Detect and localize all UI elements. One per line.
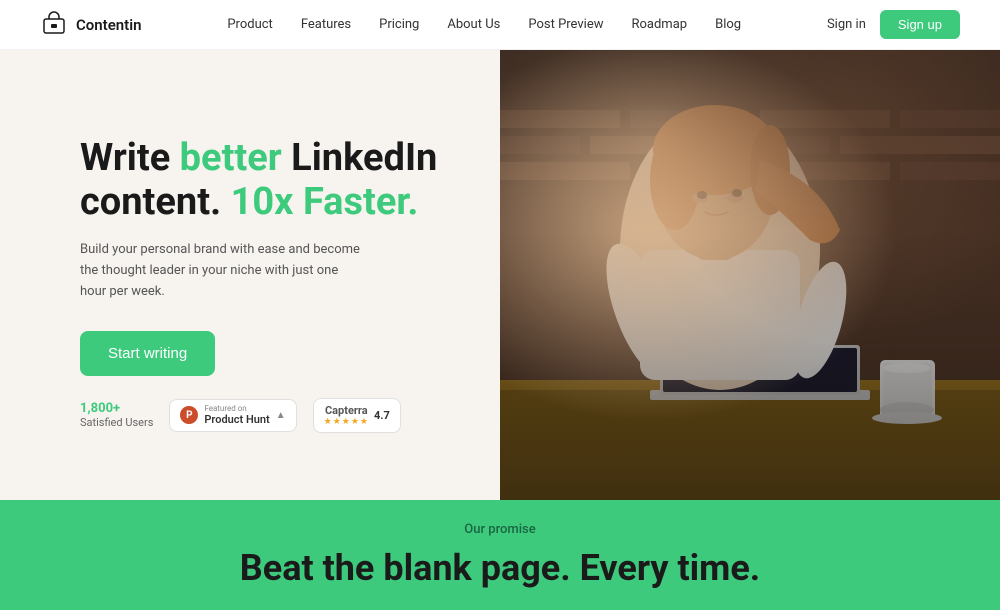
ph-text-block: Featured on Product Hunt — [204, 405, 269, 426]
ph-arrow-icon: ▲ — [276, 410, 286, 421]
users-label: Satisfied Users — [80, 416, 153, 429]
hero-section: Write better LinkedIn content. 10x Faste… — [0, 50, 1000, 500]
start-writing-button[interactable]: Start writing — [80, 331, 215, 376]
capterra-stars-icon: ★★★★★ — [324, 417, 369, 427]
nav-pricing[interactable]: Pricing — [379, 17, 419, 32]
hero-content: Write better LinkedIn content. 10x Faste… — [0, 50, 500, 500]
nav-links: Product Features Pricing About Us Post P… — [227, 17, 741, 32]
nav-features[interactable]: Features — [301, 17, 351, 32]
capterra-badge[interactable]: Capterra ★★★★★ 4.7 — [313, 398, 401, 433]
navbar: Contentin Product Features Pricing About… — [0, 0, 1000, 50]
promise-section: Our promise Beat the blank page. Every t… — [0, 500, 1000, 610]
social-proof: 1,800+ Satisfied Users P Featured on Pro… — [80, 398, 460, 433]
nav-about[interactable]: About Us — [447, 17, 500, 32]
promise-label: Our promise — [464, 522, 535, 537]
hero-illustration — [500, 50, 1000, 500]
nav-roadmap[interactable]: Roadmap — [631, 17, 687, 32]
ph-label: Featured on — [204, 405, 269, 413]
capterra-rating: 4.7 — [374, 409, 390, 422]
hero-subtitle: Build your personal brand with ease and … — [80, 240, 360, 302]
promise-headline: Beat the blank page. Every time. — [240, 547, 760, 589]
logo[interactable]: Contentin — [40, 11, 141, 39]
nav-post-preview[interactable]: Post Preview — [528, 17, 603, 32]
nav-product[interactable]: Product — [227, 17, 272, 32]
logo-icon — [40, 11, 68, 39]
headline-green1: better — [180, 136, 282, 180]
users-count-block: 1,800+ Satisfied Users — [80, 401, 153, 429]
capterra-label: Capterra — [325, 404, 368, 417]
signin-link[interactable]: Sign in — [827, 17, 866, 32]
nav-actions: Sign in Sign up — [827, 10, 960, 39]
users-count: 1,800+ — [80, 401, 153, 416]
logo-text: Contentin — [76, 16, 141, 34]
nav-blog[interactable]: Blog — [715, 17, 741, 32]
hero-image — [500, 50, 1000, 500]
headline-prefix: Write — [80, 136, 180, 180]
ph-name: Product Hunt — [204, 413, 269, 426]
headline-green2: 10x Faster. — [231, 180, 419, 224]
product-hunt-badge[interactable]: P Featured on Product Hunt ▲ — [169, 399, 296, 432]
hero-photo-bg — [500, 50, 1000, 500]
signup-button[interactable]: Sign up — [880, 10, 960, 39]
hero-headline: Write better LinkedIn content. 10x Faste… — [80, 137, 460, 224]
product-hunt-icon: P — [180, 406, 198, 424]
